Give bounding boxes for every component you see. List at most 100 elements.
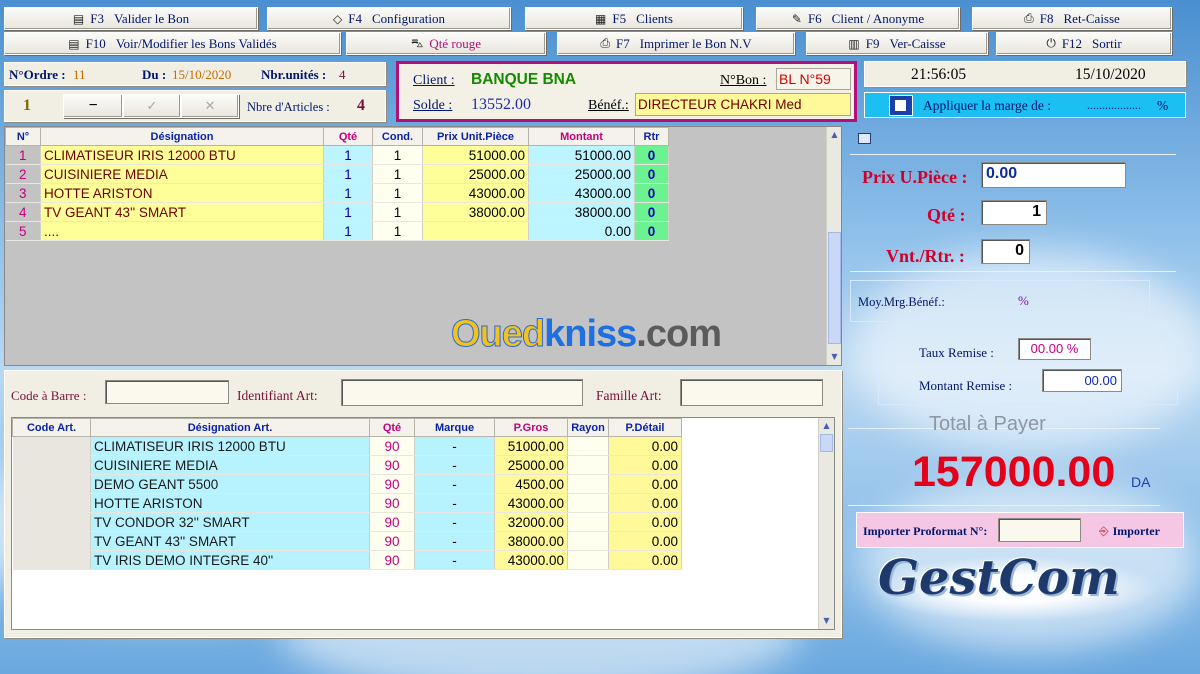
cell[interactable]: 43000.00 <box>528 183 635 203</box>
cell[interactable]: 1 <box>372 221 423 241</box>
cell[interactable]: 0 <box>634 164 669 184</box>
cell[interactable]: 38000.00 <box>494 531 568 551</box>
cell[interactable]: 1 <box>372 145 423 165</box>
cell[interactable]: 1 <box>372 183 423 203</box>
tb-button-qte-rouge[interactable]: ⛍ Qté rouge <box>346 32 546 55</box>
cell[interactable]: 90 <box>369 493 415 513</box>
cell[interactable] <box>567 531 609 551</box>
cell[interactable]: - <box>414 436 495 456</box>
cell[interactable]: 43000.00 <box>494 493 568 513</box>
cell[interactable]: 0.00 <box>608 474 682 494</box>
tb-button-f9[interactable]: ▥ F9 Ver-Caisse <box>806 32 988 55</box>
article-scrollbar[interactable]: ▲ ▼ <box>818 418 834 629</box>
cell[interactable]: 43000.00 <box>422 183 529 203</box>
qte-input[interactable]: 1 <box>981 200 1047 225</box>
cell[interactable]: 90 <box>369 436 415 456</box>
cell[interactable] <box>567 493 609 513</box>
cell[interactable]: 0 <box>634 202 669 222</box>
cell[interactable]: 43000.00 <box>494 550 568 570</box>
proformat-input[interactable] <box>998 518 1081 542</box>
cell[interactable]: 25000.00 <box>528 164 635 184</box>
cell[interactable]: 0.00 <box>528 221 635 241</box>
benef-field[interactable]: DIRECTEUR CHAKRI Med <box>635 93 851 116</box>
cell[interactable]: 4 <box>5 202 41 222</box>
tb-button-f4[interactable]: ◇ F4 Configuration <box>267 7 511 30</box>
cell[interactable]: 51000.00 <box>494 436 568 456</box>
taux-input[interactable]: 00.00 % <box>1018 338 1091 360</box>
cell[interactable]: 51000.00 <box>422 145 529 165</box>
cell[interactable]: 3 <box>5 183 41 203</box>
cell[interactable]: 2 <box>5 164 41 184</box>
table-row[interactable]: HOTTE ARISTON 90-43000.00 0.00 <box>12 493 682 513</box>
cell[interactable] <box>12 455 91 475</box>
cell[interactable]: DEMO GEANT 5500 <box>90 474 370 494</box>
cell[interactable]: CUISINIERE MEDIA <box>40 164 324 184</box>
check-button[interactable]: ✓ <box>123 94 181 118</box>
vnt-input[interactable]: 0 <box>981 239 1030 264</box>
cell[interactable] <box>567 436 609 456</box>
cell[interactable]: 38000.00 <box>422 202 529 222</box>
cell[interactable]: HOTTE ARISTON <box>90 493 370 513</box>
cell[interactable]: TV GEANT 43'' SMART <box>40 202 324 222</box>
table-row[interactable]: DEMO GEANT 5500 90-4500.00 0.00 <box>12 474 682 494</box>
cell[interactable]: 0.00 <box>608 455 682 475</box>
cell[interactable] <box>12 436 91 456</box>
cell[interactable] <box>12 550 91 570</box>
cell[interactable]: 0 <box>634 145 669 165</box>
cell[interactable]: 1 <box>323 202 373 222</box>
cell[interactable]: 4500.00 <box>494 474 568 494</box>
scroll-up-icon[interactable]: ▲ <box>828 128 841 141</box>
tb-button-f7[interactable]: ⎙ F7 Imprimer le Bon N.V <box>557 32 795 55</box>
table-row[interactable]: 3 HOTTE ARISTON 1 1 43000.00 43000.00 0 <box>5 183 669 203</box>
cell[interactable]: 0.00 <box>608 531 682 551</box>
cell[interactable]: HOTTE ARISTON <box>40 183 324 203</box>
cell[interactable]: 90 <box>369 512 415 532</box>
nbon-field[interactable]: BL N°59 <box>776 68 851 90</box>
prix-input[interactable]: 0.00 <box>981 162 1126 188</box>
cell[interactable]: 0.00 <box>608 493 682 513</box>
cell[interactable]: 32000.00 <box>494 512 568 532</box>
cell[interactable]: 90 <box>369 550 415 570</box>
cancel-button[interactable]: ✕ <box>181 94 239 118</box>
cell[interactable] <box>12 493 91 513</box>
scroll-down-icon[interactable]: ▼ <box>828 350 841 363</box>
cell[interactable] <box>12 512 91 532</box>
table-row[interactable]: CUISINIERE MEDIA 90-25000.00 0.00 <box>12 455 682 475</box>
cell[interactable]: 90 <box>369 474 415 494</box>
scroll-down-icon[interactable]: ▼ <box>820 614 833 627</box>
cell[interactable]: 90 <box>369 455 415 475</box>
famille-input[interactable] <box>680 379 823 406</box>
cell[interactable]: - <box>414 512 495 532</box>
cell[interactable]: 1 <box>5 145 41 165</box>
cell[interactable]: 1 <box>323 183 373 203</box>
table-row[interactable]: 2 CUISINIERE MEDIA 1 1 25000.00 25000.00 0 <box>5 164 669 184</box>
tb-button-f6[interactable]: ✎ F6 Client / Anonyme <box>756 7 960 30</box>
table-row[interactable]: TV GEANT 43'' SMART 90-38000.00 0.00 <box>12 531 682 551</box>
cell[interactable]: TV GEANT 43'' SMART <box>90 531 370 551</box>
table-row[interactable]: 4 TV GEANT 43'' SMART 1 1 38000.00 38000.00 0 <box>5 202 669 222</box>
cell[interactable]: TV CONDOR 32'' SMART <box>90 512 370 532</box>
table-row[interactable]: TV IRIS DEMO INTEGRE 40'' 90-43000.00 0.00 <box>12 550 682 570</box>
cell[interactable] <box>567 474 609 494</box>
cell[interactable]: 1 <box>323 164 373 184</box>
marge-value[interactable]: .................. <box>1087 98 1141 113</box>
cell[interactable]: - <box>414 531 495 551</box>
tb-button-f5[interactable]: ▦ F5 Clients <box>525 7 743 30</box>
table-row[interactable]: 1 CLIMATISEUR IRIS 12000 BTU 1 1 51000.00 510… <box>5 145 669 165</box>
cell[interactable]: 5 <box>5 221 41 241</box>
cell[interactable]: 25000.00 <box>422 164 529 184</box>
cell[interactable]: - <box>414 493 495 513</box>
cell[interactable] <box>422 221 529 241</box>
bon-scrollbar[interactable]: ▲ ▼ <box>826 127 841 365</box>
cell[interactable]: - <box>414 474 495 494</box>
cell[interactable]: .... <box>40 221 324 241</box>
table-row[interactable]: TV CONDOR 32'' SMART 90-32000.00 0.00 <box>12 512 682 532</box>
cell[interactable]: 0 <box>634 221 669 241</box>
code-barre-input[interactable] <box>105 380 229 404</box>
table-row[interactable]: CLIMATISEUR IRIS 12000 BTU 90-51000.00 0.0… <box>12 436 682 456</box>
cell[interactable]: TV IRIS DEMO INTEGRE 40'' <box>90 550 370 570</box>
cell[interactable] <box>567 512 609 532</box>
cell[interactable] <box>12 531 91 551</box>
cell[interactable]: 1 <box>372 164 423 184</box>
cell[interactable]: CLIMATISEUR IRIS 12000 BTU <box>90 436 370 456</box>
